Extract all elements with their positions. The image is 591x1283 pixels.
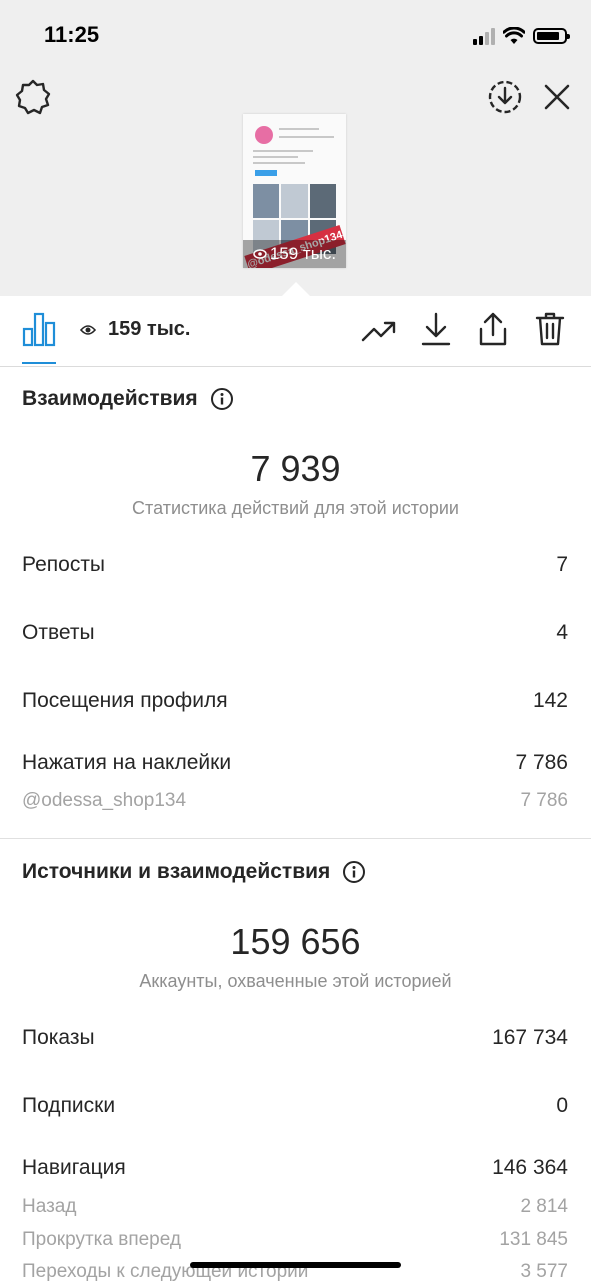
download-icon[interactable]: [418, 310, 454, 348]
settings-gear-icon[interactable]: [14, 78, 52, 116]
info-icon[interactable]: [342, 860, 366, 884]
metric-sublabel: @odessa_shop134: [22, 790, 187, 811]
insights-toolbar: 159 тыс.: [0, 296, 591, 367]
discovery-total: 159 656: [230, 921, 361, 962]
wifi-icon: [503, 27, 525, 44]
metric-label: Посещения профиля: [22, 689, 228, 712]
metric-label: Нажатия на наклейки: [22, 751, 232, 774]
thumbnail-avatar: [255, 126, 273, 144]
metric-subvalue: 131 845: [499, 1229, 568, 1250]
discovery-title: Источники и взаимодействия: [22, 860, 366, 884]
eye-icon: [253, 249, 267, 259]
close-icon[interactable]: [540, 80, 574, 114]
discovery-title-text: Источники и взаимодействия: [22, 860, 331, 883]
eye-icon: [80, 324, 96, 335]
interactions-total: 7 939: [250, 448, 341, 489]
metric-value: 7 786: [515, 751, 568, 774]
thumbnail-pointer: [282, 282, 310, 296]
metric-subvalue: 2 814: [520, 1196, 568, 1217]
metric-subrow-back: Назад 2 814: [22, 1196, 568, 1218]
interactions-title-text: Взаимодействия: [22, 387, 198, 410]
story-thumbnail[interactable]: @odessa_shop134 159 тыс.: [243, 114, 346, 268]
status-time: 11:25: [44, 22, 100, 47]
story-preview-area: 11:25 @odessa_shop134 159 тыс.: [0, 0, 591, 296]
metric-value: 7: [556, 553, 568, 576]
save-story-icon[interactable]: [486, 78, 524, 116]
metric-row-navigation: Навигация 146 364: [22, 1156, 568, 1180]
metric-label: Ответы: [22, 621, 95, 644]
thumbnail-views-overlay: 159 тыс.: [243, 240, 346, 268]
delete-trash-icon[interactable]: [532, 310, 568, 348]
metric-sublabel: Назад: [22, 1196, 77, 1217]
promote-trend-icon[interactable]: [360, 314, 398, 348]
views-count: 159 тыс.: [80, 318, 190, 341]
metric-label: Подписки: [22, 1094, 116, 1117]
metric-value: 142: [532, 689, 568, 712]
metric-value: 4: [556, 621, 568, 644]
interactions-subtitle: Статистика действий для этой истории: [132, 498, 459, 518]
battery-icon: [533, 28, 570, 44]
share-icon[interactable]: [475, 310, 511, 348]
metric-subrow-mention: @odessa_shop134 7 786: [22, 790, 568, 812]
metric-subrow-forward: Прокрутка вперед 131 845: [22, 1229, 568, 1251]
views-count-text: 159 тыс.: [108, 318, 191, 340]
metric-label: Навигация: [22, 1156, 126, 1179]
metric-value: 167 734: [492, 1026, 568, 1049]
metric-row-profile-visits: Посещения профиля 142: [22, 689, 568, 713]
thumbnail-views-text: 159 тыс.: [269, 244, 337, 263]
metric-label: Репосты: [22, 553, 106, 576]
metric-sublabel: Прокрутка вперед: [22, 1229, 181, 1250]
home-indicator[interactable]: [190, 1262, 401, 1268]
metric-row-follows: Подписки 0: [22, 1094, 568, 1118]
info-icon[interactable]: [210, 387, 234, 411]
metric-row-impressions: Показы 167 734: [22, 1026, 568, 1050]
metric-subvalue: 7 786: [520, 790, 568, 811]
interactions-title: Взаимодействия: [22, 387, 234, 411]
status-icons: [473, 24, 570, 48]
insights-bar-chart-icon[interactable]: [22, 310, 56, 348]
active-tab-underline: [22, 362, 56, 364]
metric-row-replies: Ответы 4: [22, 621, 568, 645]
metric-row-sticker-taps: Нажатия на наклейки 7 786: [22, 751, 568, 775]
cellular-signal-icon: [473, 27, 495, 45]
metric-value: 0: [556, 1094, 568, 1117]
metric-row-reposts: Репосты 7: [22, 553, 568, 577]
discovery-subtitle: Аккаунты, охваченные этой историей: [139, 971, 452, 991]
metric-value: 146 364: [492, 1156, 568, 1179]
section-divider: [0, 838, 591, 839]
metric-label: Показы: [22, 1026, 95, 1049]
